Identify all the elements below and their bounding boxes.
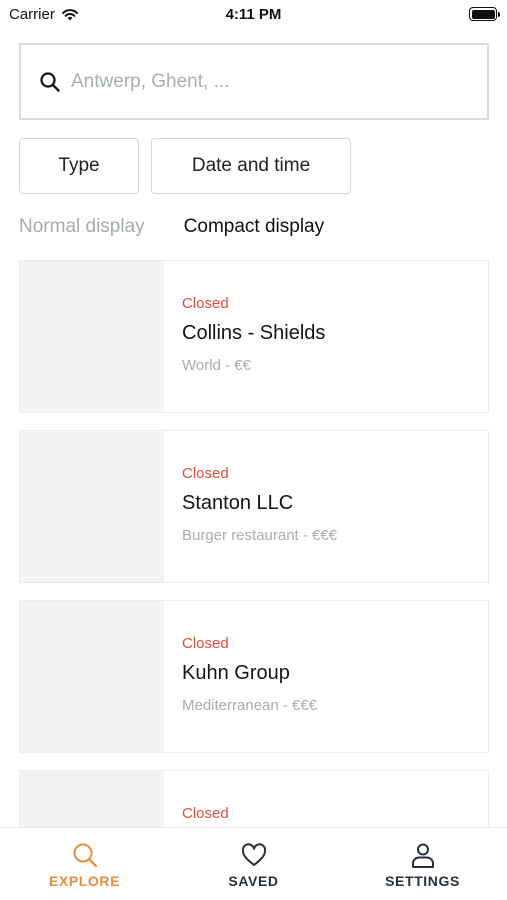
restaurant-name: Kuhn Group [182,662,290,684]
tab-saved[interactable]: SAVED [169,828,338,900]
restaurant-list: Closed Collins - Shields World - €€ Clos… [19,260,489,827]
clock: 4:11 PM [225,6,282,23]
date-time-filter-button[interactable]: Date and time [151,138,351,194]
tab-explore-label: EXPLORE [48,873,121,889]
status-bar: Carrier 4:11 PM [0,0,507,30]
restaurant-category: World - €€ [182,357,251,374]
restaurant-name: Collins - Shields [182,322,326,344]
restaurant-card[interactable]: Closed Kuhn Group Mediterranean - €€€ [19,600,489,753]
search-bar[interactable] [19,43,489,120]
restaurant-image [20,431,164,582]
search-icon [73,843,97,868]
normal-display-option[interactable]: Normal display [19,216,145,238]
tab-settings-label: SETTINGS [385,873,460,889]
restaurant-card[interactable]: Closed [19,770,489,827]
tab-explore[interactable]: EXPLORE [0,828,169,900]
status-label: Closed [182,635,229,652]
tab-settings[interactable]: SETTINGS [338,828,507,900]
display-toggle: Normal display Compact display [19,216,324,238]
search-input[interactable] [71,70,451,93]
restaurant-image [20,601,164,752]
status-label: Closed [182,465,229,482]
restaurant-image [20,261,164,412]
restaurant-category: Mediterranean - €€€ [182,697,318,714]
restaurant-name: Stanton LLC [182,492,294,514]
search-icon [40,71,60,92]
restaurant-category: Burger restaurant - €€€ [182,527,338,544]
user-icon [411,843,434,868]
restaurant-card[interactable]: Closed Collins - Shields World - €€ [19,260,489,413]
tab-bar: EXPLORE SAVED SETTINGS [0,827,507,900]
tab-saved-label: SAVED [228,873,279,889]
restaurant-card[interactable]: Closed Stanton LLC Burger restaurant - €… [19,430,489,583]
type-filter-button[interactable]: Type [19,138,139,194]
battery-icon [469,7,500,21]
status-label: Closed [182,805,229,822]
heart-icon [241,843,266,866]
compact-display-option[interactable]: Compact display [184,216,324,238]
status-label: Closed [182,295,229,312]
restaurant-image [20,771,164,827]
